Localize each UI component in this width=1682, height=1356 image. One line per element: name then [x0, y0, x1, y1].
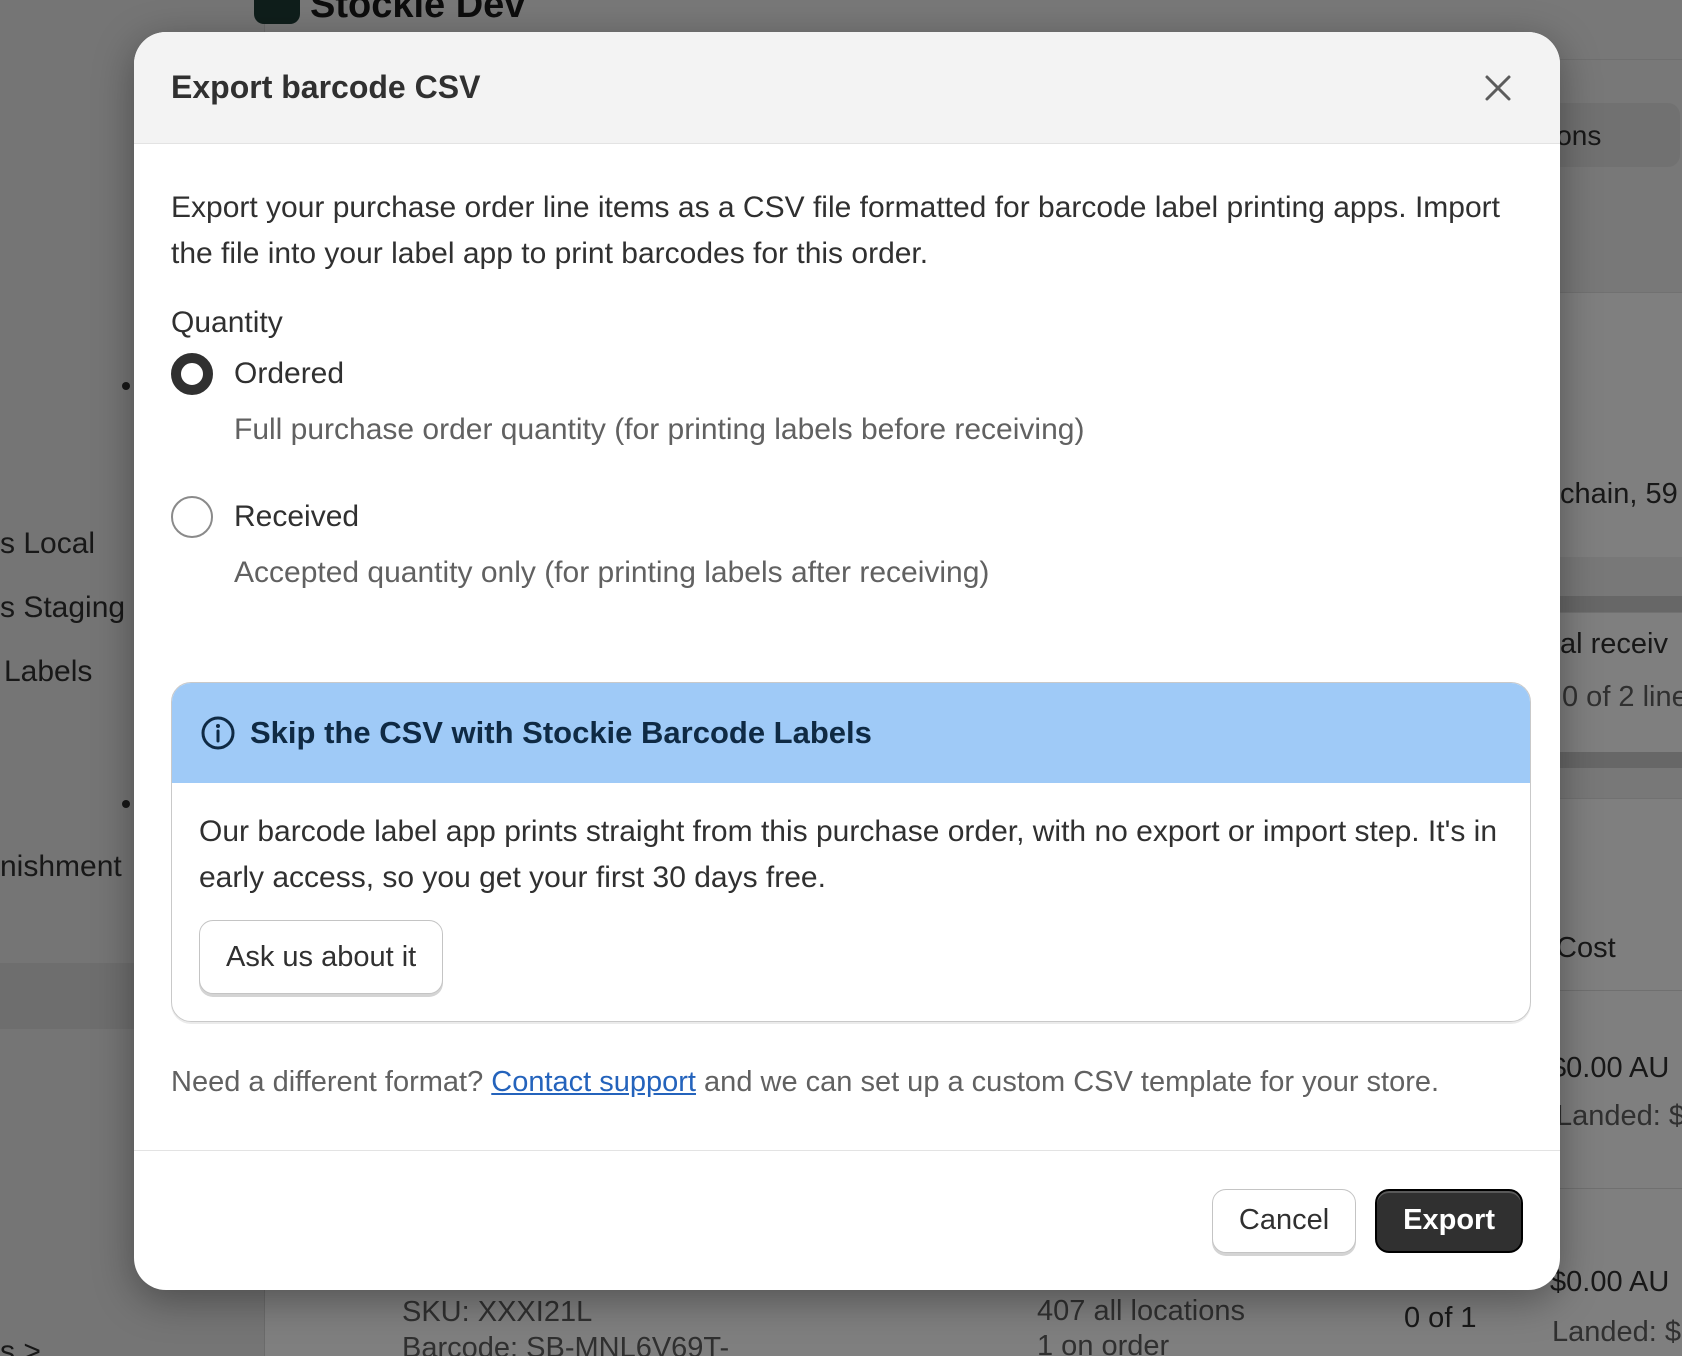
export-barcode-csv-dialog: Export barcode CSV Export your purchase … [134, 32, 1560, 1290]
radio-received[interactable] [171, 496, 213, 538]
dialog-title: Export barcode CSV [171, 69, 481, 105]
banner-text: Our barcode label app prints straight fr… [199, 815, 1498, 894]
cancel-button[interactable]: Cancel [1211, 1188, 1357, 1253]
radio-received-label[interactable]: Received [234, 500, 359, 534]
banner-title: Skip the CSV with Stockie Barcode Labels [250, 715, 872, 750]
option-ordered: Ordered Full purchase order quantity (fo… [171, 351, 1523, 452]
dialog-intro-text: Export your purchase order line items as… [171, 191, 1500, 270]
banner-header: Skip the CSV with Stockie Barcode Labels [172, 683, 1530, 783]
dialog-header: Export barcode CSV [134, 32, 1560, 144]
option-received: Received Accepted quantity only (for pri… [171, 494, 1523, 595]
quantity-label: Quantity [171, 306, 283, 339]
barcode-labels-banner: Skip the CSV with Stockie Barcode Labels… [171, 682, 1531, 1022]
radio-ordered-row[interactable]: Ordered [171, 351, 1523, 397]
contact-support-link[interactable]: Contact support [491, 1066, 696, 1098]
custom-format-note-suffix: and we can set up a custom CSV template … [696, 1066, 1440, 1098]
radio-ordered-label[interactable]: Ordered [234, 357, 344, 391]
dialog-body: Export your purchase order line items as… [134, 144, 1560, 1104]
close-button[interactable] [1472, 62, 1524, 114]
radio-ordered[interactable] [171, 353, 213, 395]
radio-received-row[interactable]: Received [171, 494, 1523, 540]
export-button[interactable]: Export [1375, 1188, 1523, 1253]
radio-ordered-help: Full purchase order quantity (for printi… [234, 413, 1085, 446]
banner-body: Our barcode label app prints straight fr… [172, 783, 1530, 994]
close-icon [1485, 75, 1511, 100]
dialog-footer: Cancel Export [134, 1150, 1560, 1290]
info-icon [201, 716, 235, 750]
custom-format-note: Need a different format? Contact support… [171, 1060, 1523, 1104]
ask-us-about-it-button[interactable]: Ask us about it [199, 920, 444, 994]
custom-format-note-prefix: Need a different format? [171, 1066, 492, 1098]
radio-received-help: Accepted quantity only (for printing lab… [234, 556, 990, 589]
